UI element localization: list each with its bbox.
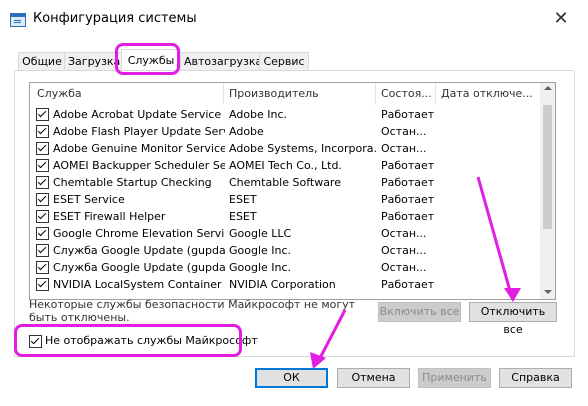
column-divider[interactable] <box>375 83 376 105</box>
service-row[interactable]: Chemtable Startup Checking Chemtable Sof… <box>30 174 540 191</box>
service-checkbox[interactable] <box>36 159 49 172</box>
service-checkbox[interactable] <box>36 125 49 138</box>
service-vendor: Adobe Systems, Incorpora... <box>229 142 377 155</box>
window-title: Конфигурация системы <box>33 11 197 26</box>
services-list[interactable]: Служба Производитель Состоя... Дата откл… <box>29 82 556 300</box>
scroll-up-icon[interactable] <box>544 86 552 90</box>
service-row[interactable]: Служба Google Update (gupdat... Google I… <box>30 259 540 276</box>
cancel-button[interactable]: Отмена <box>337 368 410 388</box>
service-status: Остан... <box>381 244 427 257</box>
service-vendor: NVIDIA Corporation <box>229 278 336 291</box>
service-status: Остан... <box>381 227 427 240</box>
service-vendor: Google Inc. <box>229 244 292 257</box>
service-status: Работает <box>381 176 435 189</box>
service-vendor: Google LLC <box>229 227 292 240</box>
enable-all-button[interactable]: Включить все <box>378 302 461 322</box>
service-vendor: AOMEI Tech Co., Ltd. <box>229 159 342 172</box>
service-name: Google Chrome Elevation Service <box>53 227 225 240</box>
service-checkbox[interactable] <box>36 227 49 240</box>
column-header-service[interactable]: Служба <box>37 83 82 105</box>
service-vendor: ESET <box>229 210 257 223</box>
disable-all-button[interactable]: Отключить все <box>469 302 557 336</box>
service-name: ESET Firewall Helper <box>53 210 166 223</box>
ok-button[interactable]: ОК <box>255 368 328 388</box>
service-name: ESET Service <box>53 193 125 206</box>
service-status: Работает <box>381 159 435 172</box>
service-row[interactable]: AOMEI Backupper Scheduler Ser... AOMEI T… <box>30 157 540 174</box>
service-status: Работает <box>381 193 435 206</box>
service-row[interactable]: NVIDIA LocalSystem Container NVIDIA Corp… <box>30 276 540 293</box>
service-row[interactable]: Adobe Genuine Monitor Service Adobe Syst… <box>30 140 540 157</box>
service-row[interactable]: Служба Google Update (gupdate) Google In… <box>30 242 540 259</box>
service-vendor: Adobe Inc. <box>229 108 288 121</box>
tab-general[interactable]: Общие <box>18 52 66 71</box>
service-row[interactable]: Adobe Flash Player Update Service Adobe … <box>30 123 540 140</box>
service-checkbox[interactable] <box>36 108 49 121</box>
service-row[interactable]: Adobe Acrobat Update Service Adobe Inc. … <box>30 106 540 123</box>
security-services-note: Некоторые службы безопасности Майкрософт… <box>29 298 356 324</box>
column-divider[interactable] <box>435 83 436 105</box>
service-name: Служба Google Update (gupdate) <box>53 244 225 257</box>
column-divider[interactable] <box>223 83 224 105</box>
tab-startup[interactable]: Автозагрузка <box>180 52 262 71</box>
scrollbar-thumb[interactable] <box>543 105 552 229</box>
service-checkbox[interactable] <box>36 210 49 223</box>
service-status: Работает <box>381 210 435 223</box>
service-status: Остан... <box>381 142 427 155</box>
apply-button[interactable]: Применить <box>418 368 491 388</box>
close-icon[interactable]: ✕ <box>546 6 576 32</box>
service-checkbox[interactable] <box>36 176 49 189</box>
service-name: Adobe Flash Player Update Service <box>53 125 225 138</box>
hide-microsoft-services-checkbox[interactable] <box>29 335 42 348</box>
service-checkbox[interactable] <box>36 193 49 206</box>
service-status: Остан... <box>381 125 427 138</box>
service-vendor: ESET <box>229 193 257 206</box>
tab-services[interactable]: Службы <box>121 49 181 72</box>
service-row[interactable]: ESET Firewall Helper ESET Работает <box>30 208 540 225</box>
column-header-vendor[interactable]: Производитель <box>229 83 319 105</box>
service-row[interactable]: Google Chrome Elevation Service Google L… <box>30 225 540 242</box>
service-vendor: Google Inc. <box>229 261 292 274</box>
service-name: Chemtable Startup Checking <box>53 176 212 189</box>
title-bar: Конфигурация системы ✕ <box>0 0 588 38</box>
scroll-down-icon[interactable] <box>544 290 552 294</box>
msconfig-app-icon <box>10 13 26 27</box>
service-name: Adobe Acrobat Update Service <box>53 108 222 121</box>
service-checkbox[interactable] <box>36 278 49 291</box>
service-name: NVIDIA LocalSystem Container <box>53 278 222 291</box>
service-checkbox[interactable] <box>36 142 49 155</box>
tab-tools[interactable]: Сервис <box>259 52 309 71</box>
service-vendor: Chemtable Software <box>229 176 341 189</box>
service-name: Служба Google Update (gupdat... <box>53 261 225 274</box>
service-checkbox[interactable] <box>36 261 49 274</box>
service-status: Работает <box>381 108 435 121</box>
service-status: Остан... <box>381 261 427 274</box>
column-header-disabled-date[interactable]: Дата отключе... <box>441 83 533 105</box>
column-header-status[interactable]: Состоя... <box>381 83 432 105</box>
service-name: Adobe Genuine Monitor Service <box>53 142 225 155</box>
service-vendor: Adobe <box>229 125 264 138</box>
vertical-scrollbar[interactable] <box>540 83 555 299</box>
service-status: Работает <box>381 278 435 291</box>
service-checkbox[interactable] <box>36 244 49 257</box>
help-button[interactable]: Справка <box>499 368 572 388</box>
tab-boot[interactable]: Загрузка <box>64 52 122 71</box>
hide-microsoft-services-label[interactable]: Не отображать службы Майкрософт <box>45 334 258 347</box>
service-row[interactable]: ESET Service ESET Работает <box>30 191 540 208</box>
service-name: AOMEI Backupper Scheduler Ser... <box>53 159 225 172</box>
